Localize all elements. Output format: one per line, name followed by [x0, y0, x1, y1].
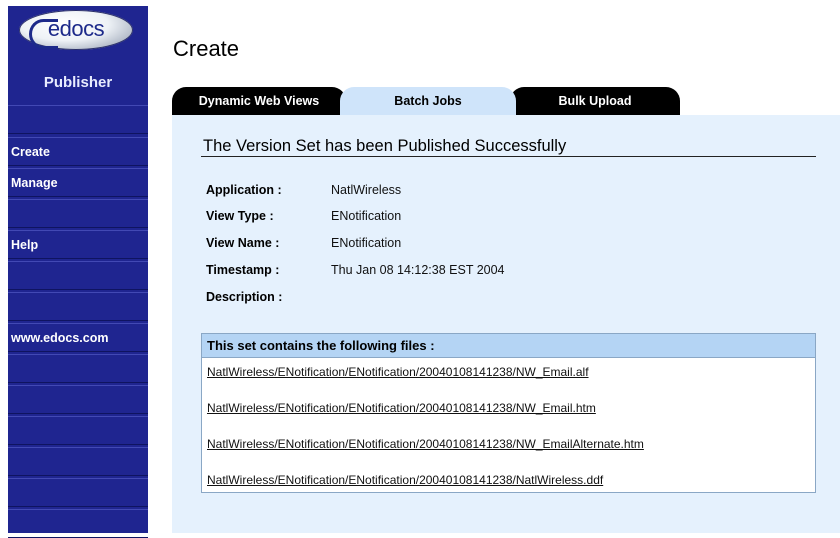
view-name-value: ENotification [331, 236, 402, 250]
success-heading: The Version Set has been Published Succe… [203, 137, 567, 155]
edocs-logo[interactable]: edocs [19, 10, 133, 50]
sidebar-item-create[interactable]: Create [8, 137, 148, 166]
sidebar-spacer [8, 354, 148, 383]
file-link[interactable]: NatlWireless/ENotification/ENotification… [207, 401, 596, 415]
sidebar-spacer [8, 478, 148, 507]
heading-divider [201, 156, 816, 157]
file-link[interactable]: NatlWireless/ENotification/ENotification… [207, 437, 644, 451]
page-title: Create [173, 36, 240, 61]
sidebar-spacer [8, 416, 148, 445]
timestamp-label: Timestamp : [206, 263, 280, 277]
logo-text: edocs [47, 16, 105, 41]
sidebar-spacer [8, 199, 148, 228]
sidebar-item-label: Manage [11, 176, 58, 190]
view-type-value: ENotification [331, 209, 402, 223]
sidebar-spacer [8, 292, 148, 321]
files-list: This set contains the following files : … [201, 333, 816, 493]
sidebar-item-label: Create [11, 145, 50, 159]
application-label: Application : [206, 183, 282, 197]
sidebar-spacer [8, 509, 148, 538]
tab-batch-jobs[interactable]: Batch Jobs [340, 87, 516, 115]
timestamp-value: Thu Jan 08 14:12:38 EST 2004 [331, 263, 505, 277]
tab-bulk-upload[interactable]: Bulk Upload [510, 87, 680, 115]
files-header: This set contains the following files : [202, 334, 815, 358]
view-type-label: View Type : [206, 209, 274, 223]
description-label: Description : [206, 290, 283, 304]
file-link[interactable]: NatlWireless/ENotification/ENotification… [207, 473, 603, 487]
sidebar-panel: edocs Publisher Create Manage Help www.e… [8, 6, 148, 538]
view-name-label: View Name : [206, 236, 280, 250]
sidebar-spacer [8, 261, 148, 290]
sidebar-spacer [8, 447, 148, 476]
sidebar-spacer [8, 105, 148, 134]
file-link[interactable]: NatlWireless/ENotification/ENotification… [207, 365, 589, 379]
product-name: Publisher [43, 74, 113, 91]
sidebar-item-website[interactable]: www.edocs.com [8, 323, 148, 352]
sidebar: edocs Publisher Create Manage Help www.e… [0, 0, 153, 538]
sidebar-item-help[interactable]: Help [8, 230, 148, 259]
sidebar-spacer [8, 385, 148, 414]
sidebar-item-manage[interactable]: Manage [8, 168, 148, 197]
files-header-text: This set contains the following files : [207, 338, 435, 353]
sidebar-item-label: www.edocs.com [11, 331, 109, 345]
application-value: NatlWireless [331, 183, 402, 197]
tab-dynamic-web-views[interactable]: Dynamic Web Views [172, 87, 346, 115]
sidebar-item-label: Help [11, 238, 39, 252]
